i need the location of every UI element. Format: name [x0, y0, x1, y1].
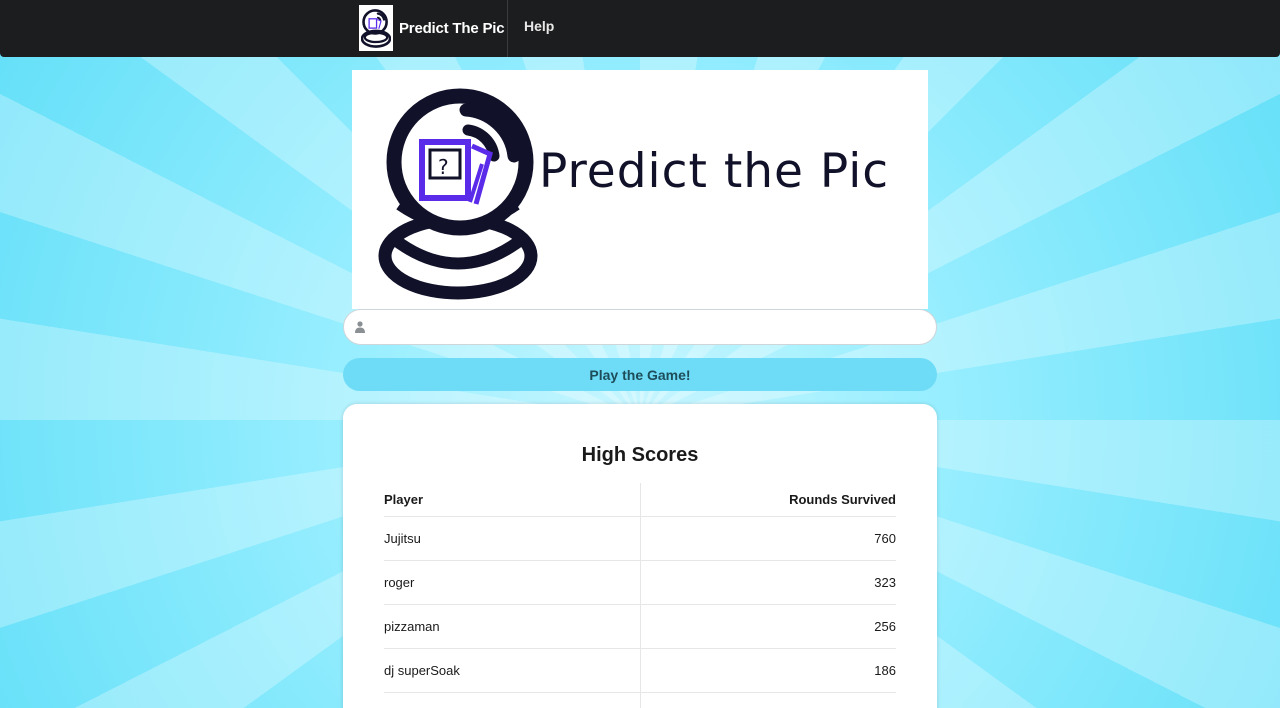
hero-title: Predict the Pic: [539, 144, 890, 199]
table-row: roger 323: [384, 560, 896, 605]
nav-divider: [507, 0, 508, 57]
high-scores-table: Player Rounds Survived Jujitsu 760 roger…: [384, 483, 896, 708]
column-header-rounds: Rounds Survived: [640, 483, 896, 517]
crystal-ball-cards-icon: [359, 5, 393, 51]
rounds-cell: 256: [640, 604, 896, 649]
player-name-cell: dj superSoak: [384, 648, 641, 693]
crystal-ball-cards-icon: ?: [378, 88, 538, 300]
svg-text:?: ?: [438, 155, 449, 179]
rounds-cell: 186: [640, 648, 896, 693]
rounds-cell: [640, 692, 896, 708]
column-header-player: Player: [384, 483, 641, 517]
player-name-cell: [384, 692, 641, 708]
play-game-button[interactable]: Play the Game!: [343, 358, 937, 391]
table-row: pizzaman 256: [384, 604, 896, 649]
player-name-input[interactable]: [374, 310, 928, 346]
table-row: dj superSoak 186: [384, 648, 896, 693]
brand-link[interactable]: Predict The Pic: [359, 5, 505, 51]
player-name-cell: pizzaman: [384, 604, 641, 649]
player-name-cell: roger: [384, 560, 641, 605]
table-header-row: Player Rounds Survived: [384, 483, 896, 517]
user-icon: [355, 321, 365, 333]
help-link[interactable]: Help: [524, 18, 554, 34]
brand-title: Predict The Pic: [399, 19, 505, 37]
top-navbar: Predict The Pic Help: [0, 0, 1280, 57]
player-name-cell: Jujitsu: [384, 516, 641, 561]
high-scores-card: High Scores Player Rounds Survived Jujit…: [343, 404, 937, 708]
hero-banner: ? Predict the Pic: [352, 70, 928, 309]
rounds-cell: 760: [640, 516, 896, 561]
player-name-field: [343, 309, 937, 346]
high-scores-title: High Scores: [581, 444, 699, 466]
table-row: [384, 692, 896, 708]
table-row: Jujitsu 760: [384, 516, 896, 561]
rounds-cell: 323: [640, 560, 896, 605]
